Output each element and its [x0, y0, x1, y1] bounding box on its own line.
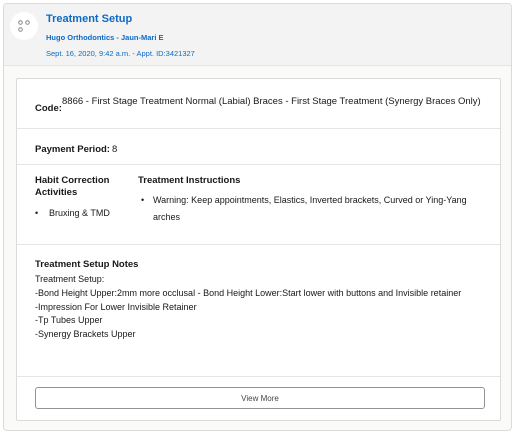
habit-instructions-section: Habit Correction Activities • Bruxing & …: [17, 165, 500, 245]
treatment-icon: [10, 12, 38, 40]
payment-period-section: Payment Period: 8: [17, 129, 500, 165]
payment-period-label: Payment Period:: [35, 144, 110, 155]
notes-content: Treatment Setup: -Bond Height Upper:2mm …: [35, 273, 495, 342]
notes-line: -Bond Height Upper:2mm more occlusal - B…: [35, 287, 462, 298]
treatment-icon-glyph: [18, 20, 30, 32]
card-header: Treatment Setup Hugo Orthodontics - Jaun…: [4, 4, 511, 66]
view-more-button[interactable]: View More: [35, 387, 485, 409]
code-section: Code: 8866 - First Stage Treatment Norma…: [17, 79, 500, 129]
bullet-icon: •: [35, 208, 39, 218]
card-body: Code: 8866 - First Stage Treatment Norma…: [16, 78, 501, 421]
notes-section: Treatment Setup Notes Treatment Setup: -…: [17, 245, 500, 377]
code-value: 8866 - First Stage Treatment Normal (Lab…: [62, 96, 481, 107]
appointment-meta: Sept. 16, 2020, 9:42 a.m. - Appt. ID:342…: [46, 49, 195, 58]
notes-line: -Synergy Brackets Upper: [35, 329, 136, 340]
treatment-instructions-title: Treatment Instructions: [138, 175, 241, 186]
notes-line: -Impression For Lower Invisible Retainer: [35, 301, 197, 312]
practice-patient-link[interactable]: Hugo Orthodontics - Jaun-Mari E: [46, 33, 164, 42]
bullet-icon: •: [141, 195, 145, 205]
list-item: Warning: Keep appointments, Elastics, In…: [153, 195, 467, 222]
code-label: Code:: [35, 103, 62, 114]
habit-correction-title: Habit Correction Activities: [35, 175, 110, 198]
payment-period-value: 8: [112, 144, 118, 155]
list-item: Bruxing & TMD: [49, 208, 110, 218]
notes-line: -Tp Tubes Upper: [35, 315, 103, 326]
card-title[interactable]: Treatment Setup: [46, 13, 132, 25]
notes-title: Treatment Setup Notes: [35, 259, 139, 270]
treatment-setup-card: Treatment Setup Hugo Orthodontics - Jaun…: [3, 3, 512, 431]
notes-line: Treatment Setup:: [35, 274, 105, 284]
